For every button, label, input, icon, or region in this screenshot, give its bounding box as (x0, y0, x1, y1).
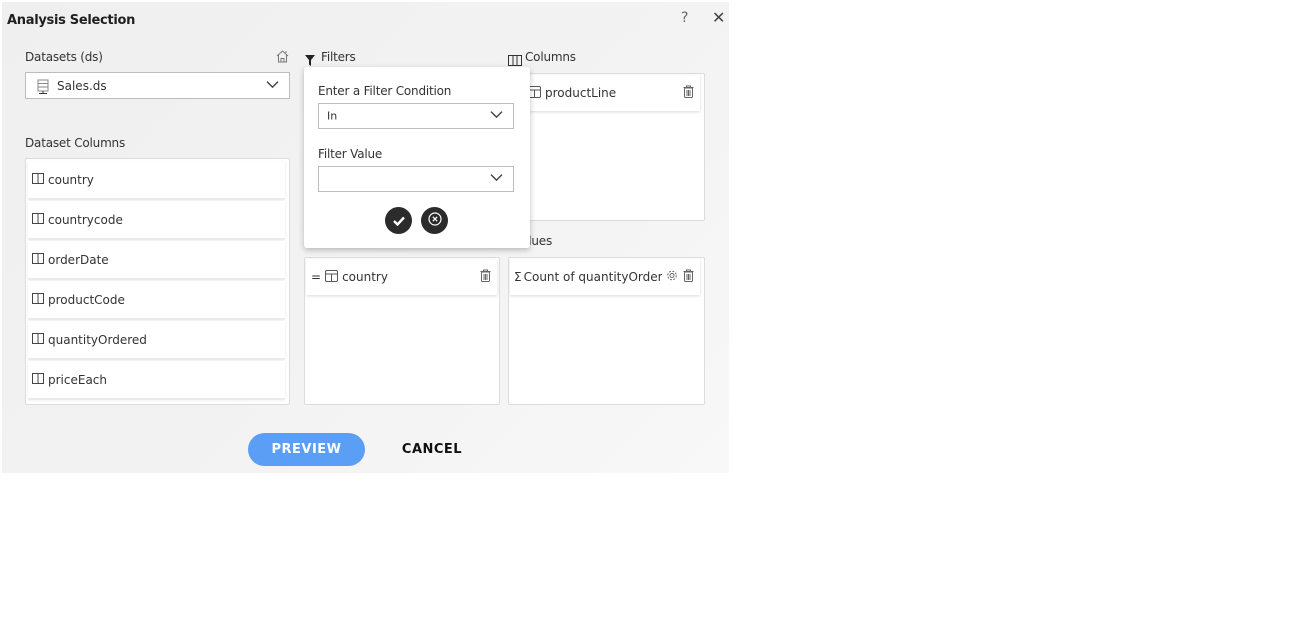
column-icon (32, 332, 44, 347)
home-icon[interactable] (275, 49, 290, 68)
columns-dropzone[interactable]: productLine (508, 73, 705, 221)
datasets-label: Datasets (ds) (25, 50, 103, 64)
dataset-select-value: Sales.ds (57, 78, 107, 93)
confirm-filter-button[interactable] (385, 207, 412, 234)
cancel-button[interactable]: CANCEL (394, 433, 470, 466)
column-icon (32, 172, 44, 187)
column-icon (32, 292, 44, 307)
filter-value-select[interactable] (318, 166, 514, 192)
trash-icon[interactable] (683, 269, 694, 285)
trash-icon[interactable] (480, 269, 491, 285)
equals-icon: = (311, 270, 322, 284)
filter-condition-label: Enter a Filter Condition (318, 84, 452, 98)
dataset-select[interactable]: Sales.ds (25, 72, 290, 99)
sigma-icon: Σ (514, 270, 522, 284)
column-icon (32, 372, 44, 387)
dataset-column-item[interactable]: orderDate (28, 241, 285, 279)
dataset-column-label: orderDate (48, 252, 109, 267)
dataset-column-item[interactable]: countrycode (28, 201, 285, 239)
close-button[interactable]: ✕ (712, 8, 725, 27)
dataset-column-label: quantityOrdered (48, 332, 147, 347)
chevron-down-icon (266, 77, 279, 91)
values-dropzone[interactable]: Σ Count of quantityOrdered (508, 257, 705, 405)
filter-condition-select[interactable]: In (318, 103, 514, 129)
filter-condition-value: In (327, 109, 338, 123)
dataset-column-item[interactable]: priceEach (28, 361, 285, 399)
gear-icon[interactable] (666, 270, 678, 285)
help-button[interactable]: ? (681, 10, 688, 26)
filter-chip-country[interactable]: = country (306, 259, 497, 295)
preview-button[interactable]: PREVIEW (248, 433, 365, 466)
cancel-filter-button[interactable] (421, 207, 448, 234)
filter-chip-label: country (342, 270, 388, 284)
dataset-column-label: priceEach (48, 372, 108, 387)
filter-condition-popup: Enter a Filter Condition In Filter Value (304, 67, 530, 248)
dataset-column-item[interactable]: productCode (28, 281, 285, 319)
columns-label: Columns (525, 50, 576, 64)
dialog-title: Analysis Selection (7, 13, 136, 28)
chevron-down-icon (490, 108, 503, 122)
dataset-column-item[interactable]: quantityOrdered (28, 321, 285, 359)
filters-dropzone[interactable]: = country (304, 257, 500, 405)
dataset-columns-label: Dataset Columns (25, 136, 126, 150)
trash-icon[interactable] (683, 85, 694, 101)
column-icon (32, 212, 44, 227)
check-icon (392, 211, 405, 230)
chevron-down-icon (490, 171, 503, 185)
value-chip-label: Count of quantityOrdered (523, 270, 662, 284)
column-chip-productline[interactable]: productLine (510, 75, 700, 111)
close-circle-icon (427, 211, 442, 230)
filter-value-label: Filter Value (318, 147, 383, 161)
table-column-icon (325, 269, 339, 285)
dataset-column-label: countrycode (48, 212, 123, 227)
filters-label: Filters (321, 50, 356, 64)
column-chip-label: productLine (545, 86, 617, 100)
value-chip-count-quantityordered[interactable]: Σ Count of quantityOrdered (510, 259, 700, 295)
column-icon (32, 252, 44, 267)
database-icon (37, 79, 49, 98)
dataset-column-label: country (48, 172, 94, 187)
dataset-column-label: productCode (48, 292, 125, 307)
dataset-columns-list[interactable]: country countrycode orderDate productCode qu… (25, 158, 290, 405)
dataset-column-item[interactable]: country (28, 161, 285, 199)
